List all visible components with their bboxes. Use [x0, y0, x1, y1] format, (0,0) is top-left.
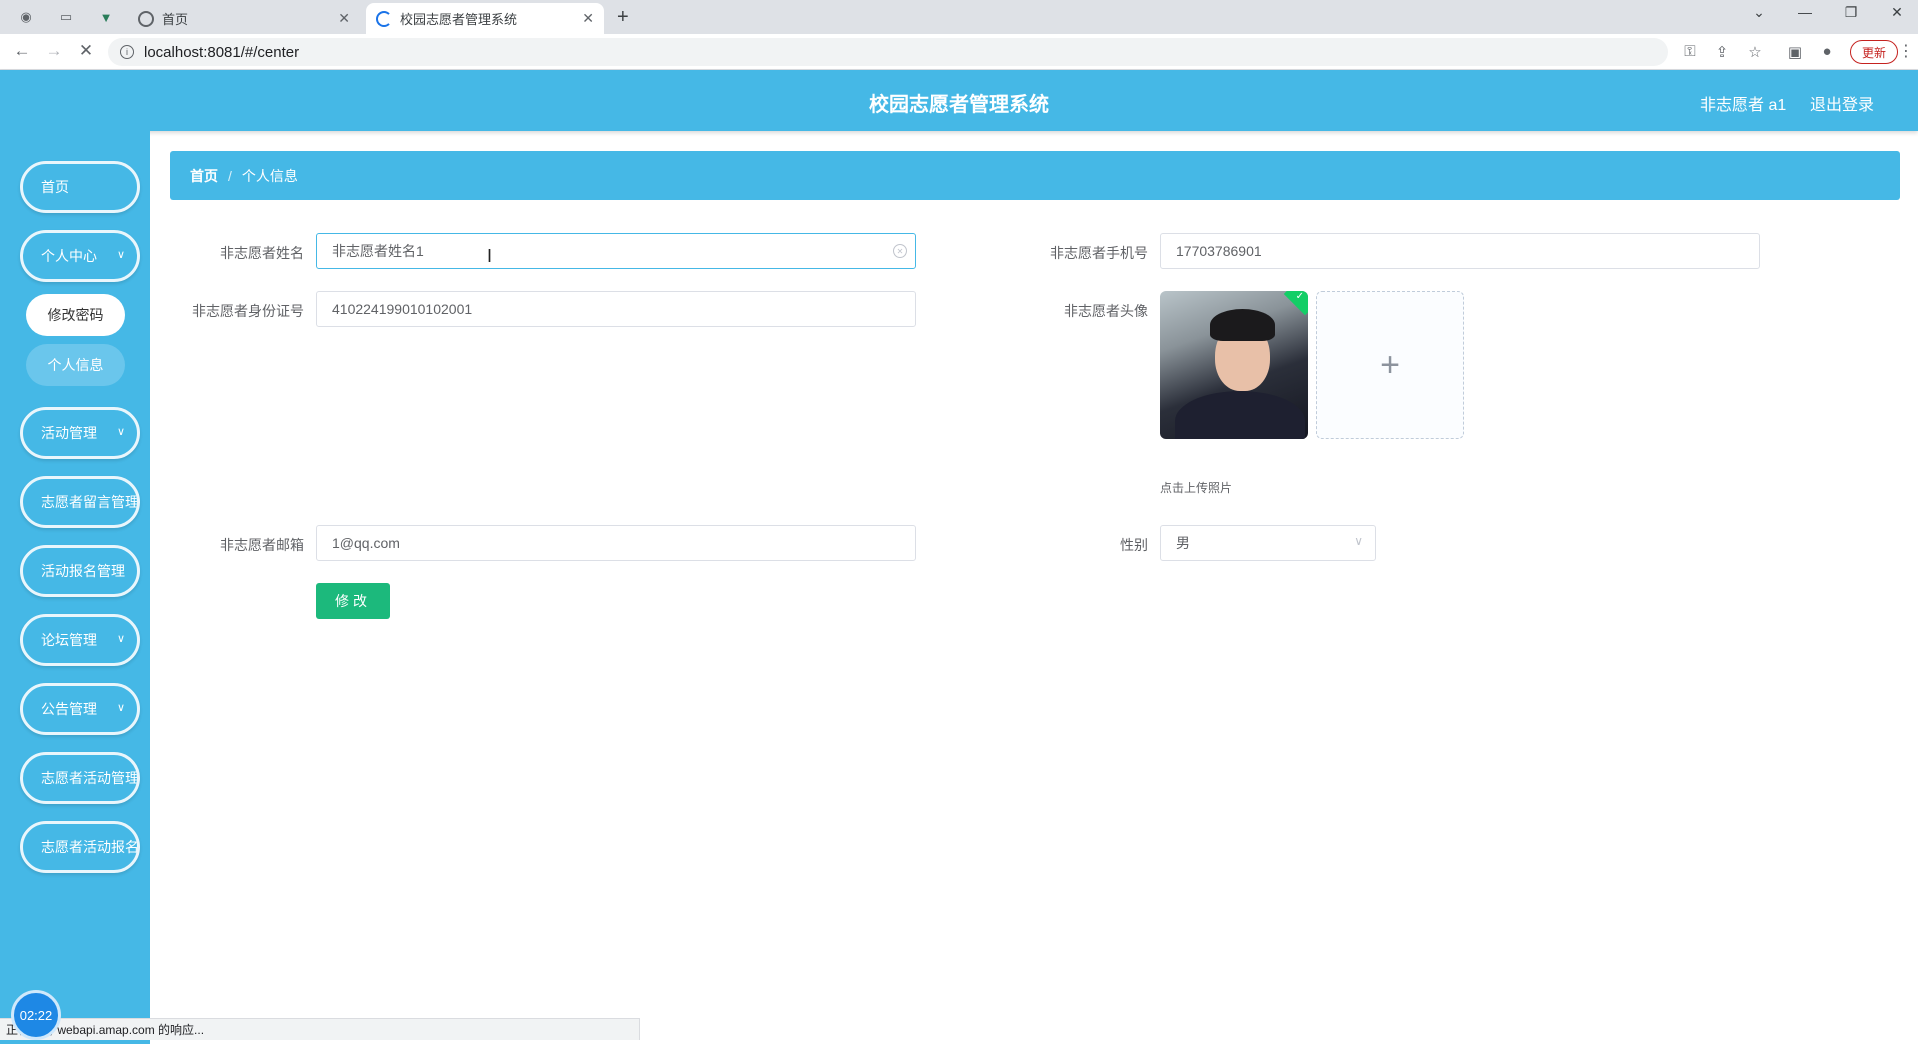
avatar-image[interactable]: ✓ — [1160, 291, 1308, 439]
sidebar-item-label: 首页 — [41, 179, 69, 195]
name-label: 非志愿者姓名 — [220, 245, 304, 261]
sidebar-item-label: 志愿者活动管理 — [41, 770, 139, 786]
app-title: 校园志愿者管理系统 — [869, 94, 1049, 116]
app-header: 校园志愿者管理系统 非志愿者 a1 退出登录 — [0, 70, 1918, 131]
email-label: 非志愿者邮箱 — [220, 537, 304, 553]
idcard-label: 非志愿者身份证号 — [192, 303, 304, 319]
email-input[interactable]: 1@qq.com — [316, 525, 916, 561]
sidebar-subitem-change-password[interactable]: 修改密码 — [26, 294, 125, 336]
sidebar-item-label: 论坛管理 — [41, 632, 97, 648]
sidebar-item-label: 活动报名管理 — [41, 563, 125, 579]
sidebar-item-label: 公告管理 — [41, 701, 97, 717]
chevron-down-icon: ∨ — [116, 633, 125, 645]
url-input[interactable]: i localhost:8081/#/center — [108, 38, 1668, 66]
sidebar-item-personal-center[interactable]: 个人中心 ∨ — [20, 230, 140, 282]
plus-icon: + — [1380, 345, 1400, 384]
info-icon[interactable]: i — [120, 45, 134, 59]
timer-badge: 02:22 — [11, 990, 61, 1040]
avatar-shape — [1175, 391, 1305, 439]
gender-select[interactable]: 男 ∨ — [1160, 525, 1376, 561]
clear-icon[interactable]: ✕ — [893, 244, 907, 258]
gender-label: 性别 — [1120, 537, 1148, 553]
avatar-shape — [1210, 309, 1275, 341]
window-close-button[interactable]: ✕ — [1882, 4, 1912, 21]
loading-icon — [376, 10, 392, 27]
back-icon[interactable]: ← — [10, 41, 34, 61]
close-icon[interactable]: ✕ — [582, 10, 594, 27]
vue-tab-icon[interactable]: ▼ — [96, 7, 116, 27]
upload-button[interactable]: + — [1316, 291, 1464, 439]
sidebar-item-label: 志愿者留言管理 — [41, 494, 139, 510]
profile-icon[interactable]: ● — [1817, 43, 1837, 60]
check-icon: ✓ — [1283, 291, 1308, 316]
chevron-down-icon: ∨ — [116, 702, 125, 714]
tab-label: 首页 — [162, 12, 189, 27]
gender-value: 男 — [1176, 535, 1190, 551]
tab-active[interactable]: 校园志愿者管理系统 ✕ — [366, 3, 604, 34]
phone-value: 17703786901 — [1176, 243, 1262, 259]
upload-tip: 点击上传照片 — [1160, 481, 1233, 495]
phone-input[interactable]: 17703786901 — [1160, 233, 1760, 269]
sidebar-item-home[interactable]: 首页 — [20, 161, 140, 213]
forward-icon[interactable]: → — [42, 41, 66, 61]
sidebar-item-notice-management[interactable]: 公告管理 ∨ — [20, 683, 140, 735]
idcard-value: 410224199010102001 — [332, 301, 473, 317]
address-bar-row: ← → ✕ i localhost:8081/#/center ⚿ ⇪ ☆ ▣ … — [0, 34, 1918, 70]
submit-button[interactable]: 修改 — [316, 583, 390, 619]
restore-button[interactable]: ❐ — [1836, 4, 1866, 21]
status-bar: 正在等待 webapi.amap.com 的响应... — [0, 1018, 640, 1040]
stop-icon[interactable]: ✕ — [74, 41, 98, 61]
logout-button[interactable]: 退出登录 — [1810, 91, 1874, 115]
close-icon[interactable]: ✕ — [338, 10, 350, 27]
chevron-down-icon: ∨ — [116, 426, 125, 438]
chevron-down-icon: ∨ — [116, 249, 125, 261]
text-cursor-icon: I — [487, 246, 493, 266]
sidebar-item-forum-management[interactable]: 论坛管理 ∨ — [20, 614, 140, 666]
url-text: localhost:8081/#/center — [144, 43, 300, 61]
sidebar-item-activity-signup[interactable]: 活动报名管理 — [20, 545, 140, 597]
sidebar-item-label: 志愿者活动报名管理 — [41, 839, 139, 855]
side-panel-icon[interactable]: ▣ — [1785, 43, 1805, 61]
menu-dots-icon[interactable]: ⋮ — [1898, 41, 1914, 61]
phone-label: 非志愿者手机号 — [1050, 245, 1148, 261]
tab-label: 校园志愿者管理系统 — [400, 12, 518, 27]
sidebar-item-volunteer-activities[interactable]: 志愿者活动管理 — [20, 752, 140, 804]
tab-search-icon[interactable]: ⌄ — [1744, 4, 1774, 21]
chevron-down-icon: ∨ — [1354, 534, 1363, 548]
sidebar-item-label: 个人中心 — [41, 248, 97, 264]
breadcrumb-separator: / — [228, 167, 232, 184]
breadcrumb-home[interactable]: 首页 — [190, 166, 218, 186]
breadcrumb-current: 个人信息 — [241, 167, 298, 184]
idcard-input[interactable]: 410224199010102001 — [316, 291, 916, 327]
sidebar-subitem-personal-info[interactable]: 个人信息 — [26, 344, 125, 386]
star-icon[interactable]: ☆ — [1745, 43, 1765, 61]
pinned-tab-icon[interactable]: ◉ — [16, 7, 36, 27]
new-tab-button[interactable]: + — [617, 6, 629, 29]
tab-home[interactable]: 首页 ✕ — [128, 3, 360, 34]
name-value: 非志愿者姓名1 — [332, 243, 424, 259]
avatar-label: 非志愿者头像 — [1064, 303, 1148, 319]
browser-tab-bar: ◉ ▭ ▼ 首页 ✕ 校园志愿者管理系统 ✕ + ⌄ — ❐ ✕ — [0, 0, 1918, 34]
share-icon[interactable]: ⇪ — [1712, 43, 1732, 61]
key-icon[interactable]: ⚿ — [1680, 43, 1700, 60]
sidebar-item-activity-management[interactable]: 活动管理 ∨ — [20, 407, 140, 459]
update-button[interactable]: 更新 — [1850, 40, 1898, 64]
globe-icon — [138, 10, 154, 27]
minimize-button[interactable]: — — [1790, 4, 1820, 20]
breadcrumb: 首页 / 个人信息 — [170, 151, 1900, 200]
email-value: 1@qq.com — [332, 535, 400, 551]
sidebar: 首页 个人中心 ∨ 修改密码 个人信息 活动管理 ∨ 志愿者留言管理 活动报名管… — [0, 131, 150, 1044]
pinned-tab-icon[interactable]: ▭ — [56, 7, 76, 27]
sidebar-item-volunteer-messages[interactable]: 志愿者留言管理 — [20, 476, 140, 528]
user-name: 非志愿者 a1 — [1700, 97, 1787, 114]
sidebar-item-label: 活动管理 — [41, 425, 97, 441]
name-input[interactable]: 非志愿者姓名1 ✕ — [316, 233, 916, 269]
sidebar-item-volunteer-activity-signup[interactable]: 志愿者活动报名管理 — [20, 821, 140, 873]
